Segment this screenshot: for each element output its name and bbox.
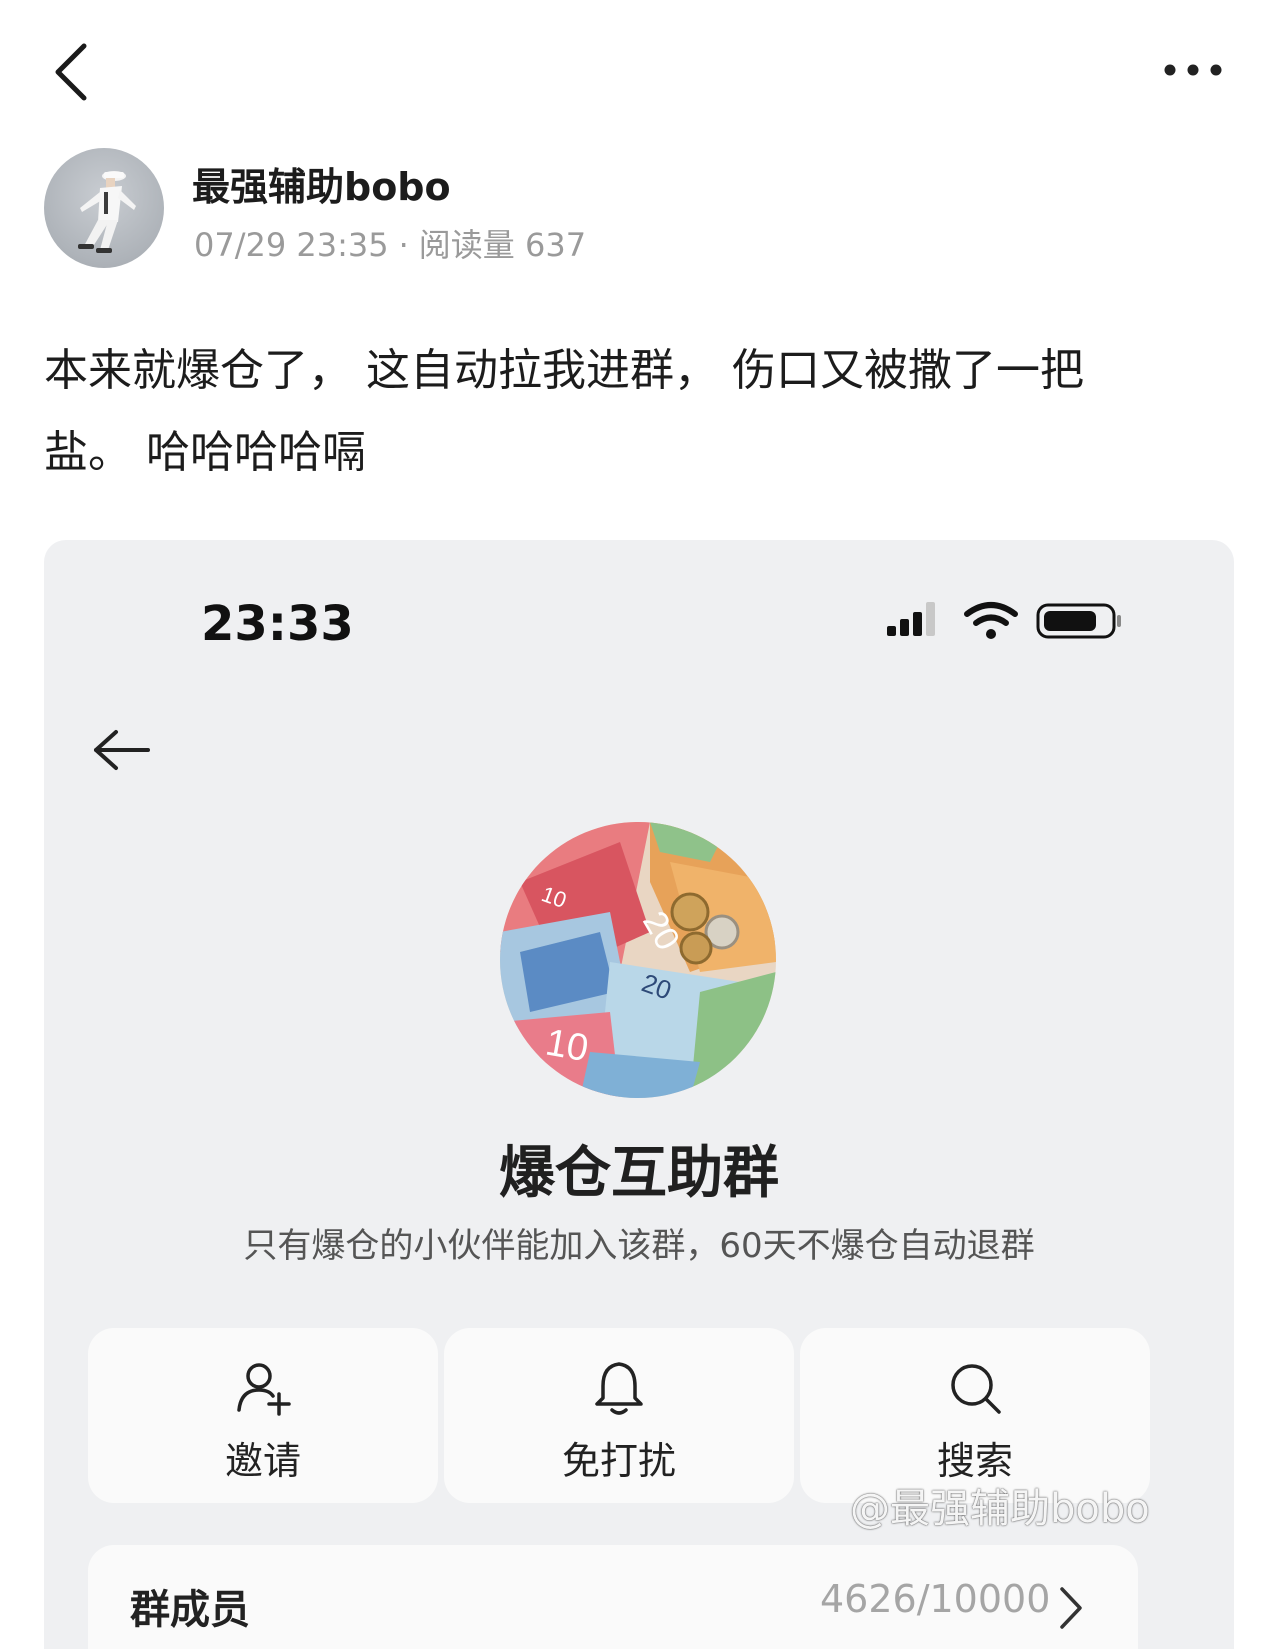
battery-icon [1036,603,1121,639]
top-bar [0,0,1279,140]
invite-label: 邀请 [224,1439,301,1483]
svg-text:10: 10 [542,1022,591,1071]
members-label: 群成员 [130,1587,250,1633]
do-not-disturb-button[interactable]: 免打扰 [444,1328,794,1503]
read-count-value: 637 [524,226,587,264]
read-count-label: 阅读量 [418,226,515,264]
chevron-right-icon [1060,1587,1082,1629]
members-count: 4626/10000 [820,1577,1051,1621]
back-chevron-icon[interactable] [48,40,98,104]
post-meta: 07/29 23:35 · 阅读量 637 [194,220,586,266]
arrow-left-icon[interactable] [92,728,154,772]
meta-separator: · [398,226,409,264]
signal-icon [887,602,935,636]
watermark: @最强辅助bobo [850,1486,1150,1532]
post-text-line: 盐。 哈哈哈哈嗝 [44,427,366,478]
add-user-icon [237,1363,291,1416]
author-name[interactable]: 最强辅助bobo [192,156,451,211]
author-avatar[interactable] [44,148,164,268]
group-description: 只有爆仓的小伙伴能加入该群，60天不爆仓自动退群 [243,1226,1035,1266]
bell-icon [595,1362,643,1415]
author-header: 最强辅助bobo 07/29 23:35 · 阅读量 637 [44,148,944,270]
post-body: 本来就爆仓了， 这自动拉我进群， 伤口又被撒了一把 盐。 哈哈哈哈嗝 [44,330,1244,494]
group-avatar-euro-notes: 10 20 20 10 [500,822,776,1098]
status-bar-icons [887,602,1121,639]
post-date: 07/29 23:35 [194,226,389,264]
group-members-row[interactable]: 群成员 4626/10000 [88,1545,1138,1649]
wifi-icon [964,602,1018,639]
dancer-figure-icon [78,171,136,253]
group-name: 爆仓互助群 [499,1141,779,1206]
invite-button[interactable]: 邀请 [88,1328,438,1503]
post-text-line: 本来就爆仓了， 这自动拉我进群， 伤口又被撒了一把 [44,345,1084,396]
do-not-disturb-label: 免打扰 [561,1439,676,1483]
search-icon [951,1364,1001,1414]
more-options-icon[interactable] [1160,58,1232,86]
status-bar-time: 23:33 [201,596,354,652]
